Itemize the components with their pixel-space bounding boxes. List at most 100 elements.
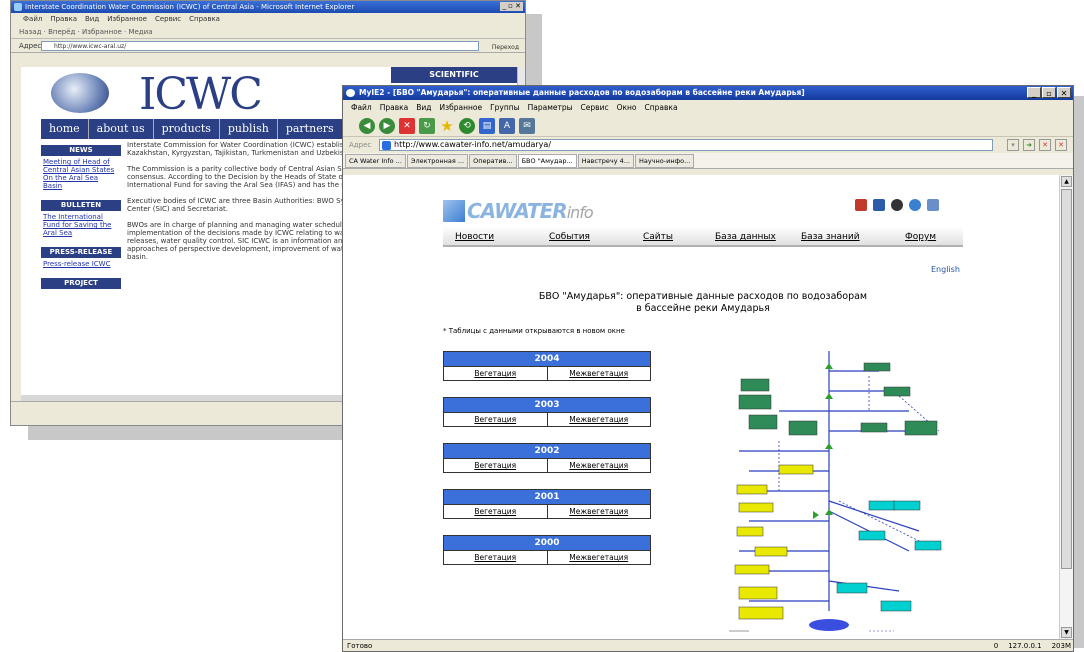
menu-item[interactable]: Избранное (440, 103, 483, 112)
menu-item[interactable]: Файл (23, 15, 42, 23)
nav-link-3[interactable]: База данных (715, 227, 776, 247)
vegetation-link[interactable]: Вегетация (444, 458, 548, 472)
font-size-icon[interactable]: A (499, 117, 515, 134)
year-header: 2003 (444, 398, 650, 412)
vegetation-link[interactable]: Вегетация (444, 504, 548, 518)
refresh-icon[interactable]: ↻ (419, 117, 435, 134)
sidebar-header: BULLETEN (41, 200, 121, 211)
non-vegetation-link[interactable]: Межвегетация (547, 412, 650, 426)
info-icon[interactable] (909, 199, 921, 211)
nav-link-4[interactable]: База знаний (801, 227, 860, 247)
scroll-thumb[interactable] (1061, 189, 1072, 569)
mail-icon[interactable] (873, 199, 885, 211)
status-memory: 203M (1051, 642, 1071, 650)
sitemap-icon[interactable] (927, 199, 939, 211)
forward-arrow-icon[interactable]: ▶ (379, 117, 395, 134)
menu-item[interactable]: Сервис (155, 15, 181, 23)
back-address-input[interactable]: http://www.icwc-aral.uz/ (41, 41, 479, 51)
browser-tab[interactable]: Навстречу 4... (577, 153, 634, 168)
stop-icon[interactable]: ✕ (399, 117, 415, 134)
window-controls[interactable]: _ ▫ ✕ (500, 2, 523, 11)
icwc-nav-item[interactable]: about us (89, 119, 154, 139)
globe-logo-icon (51, 73, 109, 113)
browser-tab[interactable]: CA Water Info ... (345, 153, 406, 168)
browser-tab[interactable]: Оператив... (469, 153, 517, 168)
icwc-nav-item[interactable]: home (41, 119, 89, 139)
vegetation-link[interactable]: Вегетация (444, 412, 548, 426)
english-link[interactable]: English (931, 265, 960, 274)
menu-item[interactable]: Вид (416, 103, 431, 112)
menu-item[interactable]: Вид (85, 15, 99, 23)
scroll-down-arrow-icon[interactable]: ▼ (1061, 627, 1072, 638)
year-links: Вегетация Межвегетация (444, 504, 650, 518)
menu-item[interactable]: Параметры (528, 103, 573, 112)
sidebar-header: PROJECT (41, 278, 121, 289)
icwc-nav-item[interactable]: products (154, 119, 220, 139)
media-icon[interactable]: ▤ (479, 117, 495, 134)
maximize-button[interactable]: ▫ (1042, 87, 1056, 98)
menu-item[interactable]: Сервис (581, 103, 609, 112)
browser-tab[interactable]: БВО "Амудар... (517, 153, 577, 168)
menu-item[interactable]: Группы (490, 103, 520, 112)
close-button[interactable]: ✕ (1057, 87, 1071, 98)
front-address-value: http://www.cawater-info.net/amudarya/ (394, 140, 552, 149)
non-vegetation-link[interactable]: Межвегетация (547, 504, 650, 518)
dropdown-arrow-icon[interactable]: ▾ (1007, 139, 1019, 151)
menu-item[interactable]: Справка (645, 103, 678, 112)
nav-link-1[interactable]: События (549, 227, 590, 247)
menu-item[interactable]: Окно (617, 103, 637, 112)
go-button[interactable]: Переход (492, 41, 519, 55)
globe-icon[interactable] (891, 199, 903, 211)
nav-link-5[interactable]: Форум (905, 227, 936, 247)
history-icon[interactable]: ⟲ (459, 117, 475, 134)
menu-item[interactable]: Справка (189, 15, 220, 23)
non-vegetation-link[interactable]: Межвегетация (547, 458, 650, 472)
scroll-up-arrow-icon[interactable]: ▲ (1061, 176, 1072, 187)
vegetation-link[interactable]: Вегетация (444, 550, 548, 564)
amudarya-scheme-diagram (729, 351, 942, 632)
close-all-tabs-icon[interactable]: ✕ (1055, 139, 1067, 151)
year-table: 2003 Вегетация Межвегетация (443, 397, 651, 427)
back-arrow-icon[interactable]: ◀ (359, 117, 375, 134)
menu-item[interactable]: Файл (351, 103, 372, 112)
nav-link-0[interactable]: Новости (455, 227, 494, 247)
year-table: 2000 Вегетация Межвегетация (443, 535, 651, 565)
non-vegetation-link[interactable]: Межвегетация (547, 366, 650, 380)
new-window-note: * Таблицы с данными открываются в новом … (443, 327, 625, 335)
sidebar-header: PRESS-RELEASE (41, 247, 121, 258)
front-window-titlebar[interactable]: MyIE2 - [БВО "Амударья": оперативные дан… (343, 86, 1073, 100)
logo-square-icon (443, 200, 465, 222)
browser-tab[interactable]: Научно-инфо... (634, 153, 695, 168)
year-table: 2001 Вегетация Межвегетация (443, 489, 651, 519)
front-vertical-scrollbar[interactable]: ▲ ▼ (1059, 175, 1073, 639)
page-title-line2: в бассейне реки Амударья (636, 303, 770, 314)
close-tab-icon[interactable]: ✕ (1039, 139, 1051, 151)
back-toolbar[interactable]: Назад · Вперёд · Избранное · Медиа (11, 25, 525, 39)
icwc-nav-item[interactable]: partners (278, 119, 343, 139)
non-vegetation-link[interactable]: Межвегетация (547, 550, 650, 564)
sidebar-link[interactable]: The International Fund for Saving the Ar… (41, 211, 121, 243)
go-arrow-icon[interactable]: ➜ (1023, 139, 1035, 151)
sidebar-link[interactable]: Meeting of Head of Central Asian States … (41, 156, 121, 196)
icwc-nav-item[interactable]: publish (220, 119, 278, 139)
menu-item[interactable]: Правка (50, 15, 77, 23)
year-header: 2002 (444, 444, 650, 458)
back-window-titlebar[interactable]: Interstate Coordination Water Commission… (11, 1, 525, 13)
mail-icon[interactable]: ✉ (519, 117, 535, 134)
logo-sub-text: info (566, 203, 594, 222)
sidebar-link[interactable]: Press-release ICWC (41, 258, 121, 274)
vegetation-link[interactable]: Вегетация (444, 366, 548, 380)
cawater-logo[interactable]: CAWATERinfo (443, 197, 594, 225)
header-icons (855, 199, 939, 211)
home-icon[interactable] (855, 199, 867, 211)
menu-item[interactable]: Избранное (107, 15, 147, 23)
front-address-bar: Адрес http://www.cawater-info.net/amudar… (343, 137, 1073, 153)
myie-icon (346, 89, 355, 97)
nav-link-2[interactable]: Сайты (643, 227, 673, 247)
icwc-logo: ICWC (139, 69, 263, 120)
front-address-input[interactable]: http://www.cawater-info.net/amudarya/ (379, 139, 993, 151)
minimize-button[interactable]: _ (1027, 87, 1041, 98)
favorites-star-icon[interactable]: ★ (439, 118, 455, 134)
menu-item[interactable]: Правка (380, 103, 409, 112)
browser-tab[interactable]: Электронная ... (406, 153, 469, 168)
